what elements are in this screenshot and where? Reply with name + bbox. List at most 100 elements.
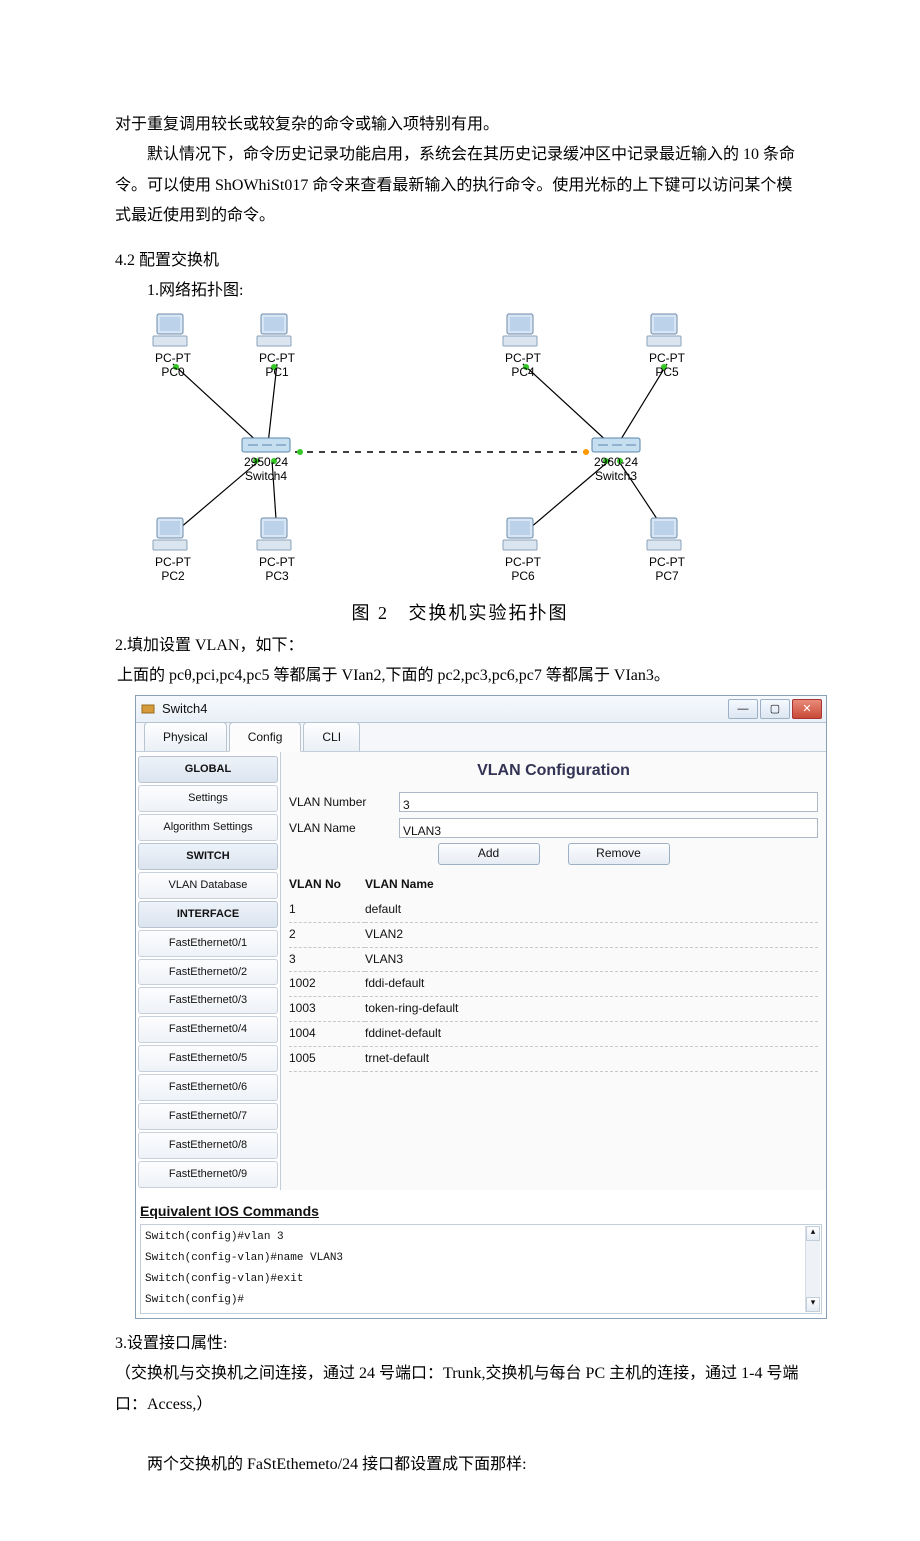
vlan-no-cell: 1003 xyxy=(289,997,365,1022)
sidebar-item-interface[interactable]: FastEthernet0/7 xyxy=(138,1103,278,1130)
vlan-number-label: VLAN Number xyxy=(289,791,399,814)
pc-type: PC-PT xyxy=(155,351,191,365)
console-line: Switch(config-vlan)#name VLAN3 xyxy=(145,1248,817,1269)
intro-p2: 默认情况下，命令历史记录功能启用，系统会在其历史记录缓冲区中记录最近输入的 10… xyxy=(115,140,805,231)
pc-icon xyxy=(255,312,299,352)
switch-type: 2950-24 xyxy=(244,455,288,469)
close-button[interactable]: ✕ xyxy=(792,699,822,719)
pc1-node: PC-PT PC1 xyxy=(252,312,302,380)
vlan-no-cell: 1005 xyxy=(289,1046,365,1071)
topology-caption: 图 2 交换机实验拓扑图 xyxy=(115,596,805,630)
vlan-name-cell: trnet-default xyxy=(365,1046,818,1071)
ios-console[interactable]: Switch(config)#vlan 3Switch(config-vlan)… xyxy=(140,1224,822,1314)
vlan-name-cell: VLAN2 xyxy=(365,922,818,947)
pc-icon xyxy=(645,516,689,556)
pc6-node: PC-PT PC6 xyxy=(498,516,548,584)
sidebar-header-switch[interactable]: SWITCH xyxy=(138,843,278,870)
pc-icon xyxy=(255,516,299,556)
pc5-node: PC-PT PC5 xyxy=(642,312,692,380)
vlan-configuration-title: VLAN Configuration xyxy=(289,756,818,786)
pc-type: PC-PT xyxy=(505,351,541,365)
sidebar-item-vlan-database[interactable]: VLAN Database xyxy=(138,872,278,899)
pc-icon xyxy=(501,312,545,352)
window-title: Switch4 xyxy=(162,697,208,722)
equivalent-ios-title: Equivalent IOS Commands xyxy=(140,1198,826,1225)
console-line: Switch(config)# xyxy=(145,1290,817,1311)
caption-label: 图 2 xyxy=(352,603,390,623)
table-row[interactable]: 1002fddi-default xyxy=(289,972,818,997)
sidebar-item-interface[interactable]: FastEthernet0/6 xyxy=(138,1074,278,1101)
vlan-name-input[interactable]: VLAN3 xyxy=(399,818,818,838)
pc-name: PC3 xyxy=(265,569,288,583)
minimize-button[interactable]: — xyxy=(728,699,758,719)
console-line: Switch(config-vlan)#exit xyxy=(145,1269,817,1290)
config-sidebar: GLOBAL Settings Algorithm Settings SWITC… xyxy=(136,752,281,1189)
sidebar-item-interface[interactable]: FastEthernet0/4 xyxy=(138,1016,278,1043)
caption-text: 交换机实验拓扑图 xyxy=(409,603,569,623)
item-1-title: 1.网络拓扑图: xyxy=(115,276,805,306)
vlan-no-cell: 2 xyxy=(289,922,365,947)
pc-icon xyxy=(501,516,545,556)
pc7-node: PC-PT PC7 xyxy=(642,516,692,584)
section-4-2-title: 4.2 配置交换机 xyxy=(115,246,805,276)
table-row[interactable]: 1004fddinet-default xyxy=(289,1022,818,1047)
add-button[interactable]: Add xyxy=(438,843,540,865)
table-row[interactable]: 1005trnet-default xyxy=(289,1046,818,1071)
vlan-name-cell: token-ring-default xyxy=(365,997,818,1022)
scroll-down-icon[interactable]: ▾ xyxy=(806,1297,820,1312)
remove-button[interactable]: Remove xyxy=(568,843,670,865)
app-icon xyxy=(140,701,156,717)
sidebar-item-settings[interactable]: Settings xyxy=(138,785,278,812)
item-2-desc: 上面的 pcθ,pci,pc4,pc5 等都属于 VIan2,下面的 pc2,p… xyxy=(117,661,805,691)
sidebar-item-algorithm[interactable]: Algorithm Settings xyxy=(138,814,278,841)
switch-right: 2960-24 Switch3 xyxy=(586,434,646,484)
switch-type: 2960-24 xyxy=(594,455,638,469)
pc-type: PC-PT xyxy=(649,351,685,365)
pc-type: PC-PT xyxy=(155,555,191,569)
vlan-name-cell: default xyxy=(365,898,818,922)
vlan-name-label: VLAN Name xyxy=(289,817,399,840)
pc-name: PC2 xyxy=(161,569,184,583)
switch4-window: Switch4 — ▢ ✕ Physical Config CLI GLOBAL… xyxy=(135,695,827,1319)
vlan-number-input[interactable]: 3 xyxy=(399,792,818,812)
tab-config[interactable]: Config xyxy=(229,722,302,753)
console-line: Switch(config)#vlan 3 xyxy=(145,1227,817,1248)
vlan-table-header-name: VLAN Name xyxy=(365,871,818,898)
item-3-p2: 两个交换机的 FaStEthemeto/24 接口都设置成下面那样: xyxy=(115,1450,805,1480)
tab-physical[interactable]: Physical xyxy=(144,722,227,752)
tab-cli[interactable]: CLI xyxy=(303,722,360,752)
sidebar-item-interface[interactable]: FastEthernet0/3 xyxy=(138,987,278,1014)
vlan-table-header-no: VLAN No xyxy=(289,871,365,898)
scrollbar[interactable]: ▴ ▾ xyxy=(805,1226,820,1312)
vlan-name-cell: fddi-default xyxy=(365,972,818,997)
table-row[interactable]: 1003token-ring-default xyxy=(289,997,818,1022)
topology-diagram: PC-PT PC0 PC-PT PC1 PC-PT PC4 PC-PT PC5 … xyxy=(120,308,800,598)
pc-type: PC-PT xyxy=(259,351,295,365)
maximize-button[interactable]: ▢ xyxy=(760,699,790,719)
sidebar-item-interface[interactable]: FastEthernet0/8 xyxy=(138,1132,278,1159)
sidebar-item-interface[interactable]: FastEthernet0/2 xyxy=(138,959,278,986)
table-row[interactable]: 1default xyxy=(289,898,818,922)
pc-type: PC-PT xyxy=(259,555,295,569)
sidebar-item-interface[interactable]: FastEthernet0/1 xyxy=(138,930,278,957)
vlan-no-cell: 1 xyxy=(289,898,365,922)
pc0-node: PC-PT PC0 xyxy=(148,312,198,380)
sidebar-header-interface[interactable]: INTERFACE xyxy=(138,901,278,928)
pc-name: PC7 xyxy=(655,569,678,583)
sidebar-header-global[interactable]: GLOBAL xyxy=(138,756,278,783)
table-row[interactable]: 2VLAN2 xyxy=(289,922,818,947)
item-3-p1: （交换机与交换机之间连接，通过 24 号端口：Trunk,交换机与每台 PC 主… xyxy=(115,1359,805,1420)
pc-name: PC0 xyxy=(161,365,184,379)
sidebar-item-interface[interactable]: FastEthernet0/5 xyxy=(138,1045,278,1072)
pc3-node: PC-PT PC3 xyxy=(252,516,302,584)
switch-name: Switch4 xyxy=(245,469,287,483)
pc-type: PC-PT xyxy=(505,555,541,569)
pc-icon xyxy=(645,312,689,352)
switch-name: Switch3 xyxy=(595,469,637,483)
pc-icon xyxy=(151,312,195,352)
sidebar-item-interface[interactable]: FastEthernet0/9 xyxy=(138,1161,278,1188)
switch-left: 2950-24 Switch4 xyxy=(236,434,296,484)
table-row[interactable]: 3VLAN3 xyxy=(289,947,818,972)
scroll-up-icon[interactable]: ▴ xyxy=(806,1226,820,1241)
pc-name: PC1 xyxy=(265,365,288,379)
